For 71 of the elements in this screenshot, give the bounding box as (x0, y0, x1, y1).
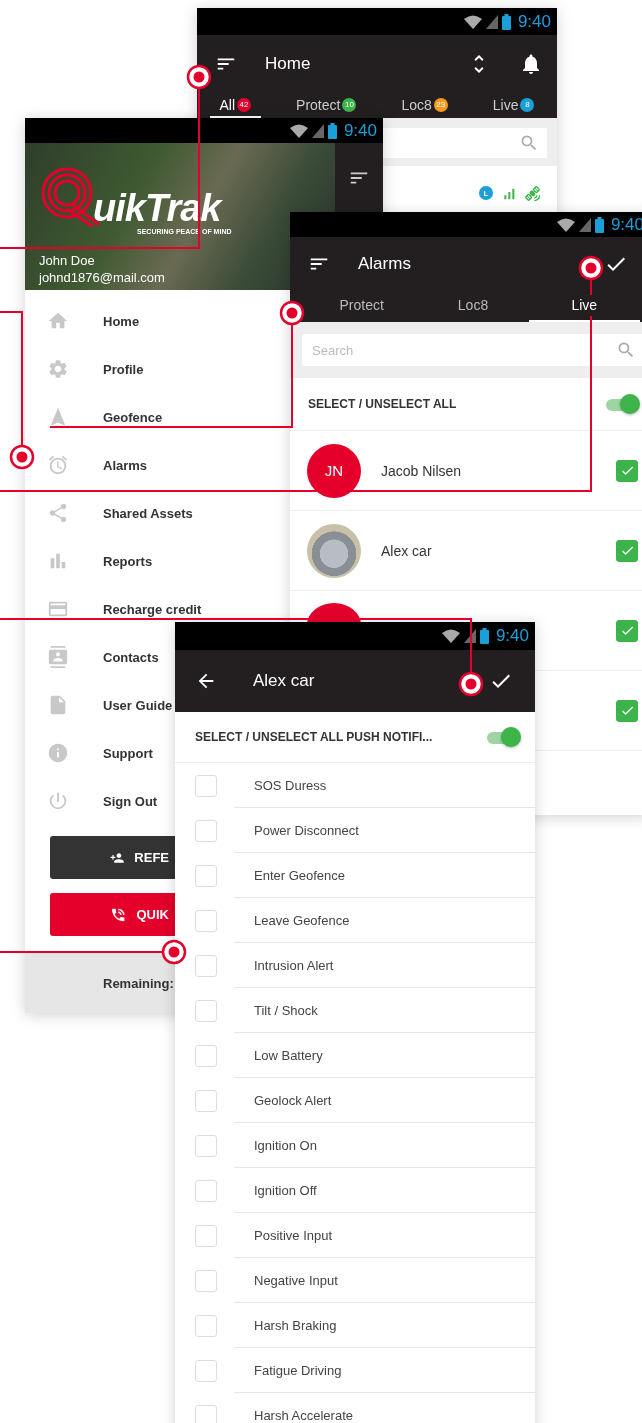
contact-card-icon (47, 646, 69, 668)
user-name: John Doe (39, 253, 95, 268)
menu-item[interactable]: Reports (47, 552, 153, 570)
menu-item[interactable]: Recharge credit (47, 600, 202, 618)
alarm-icon (47, 454, 69, 476)
checkbox[interactable] (616, 459, 638, 482)
row-name: Alex car (381, 542, 433, 559)
screen-title: Alarms (358, 253, 411, 274)
signal-icon (311, 123, 324, 138)
power-icon (47, 790, 69, 812)
row-name: Jacob Nilsen (381, 462, 463, 479)
callout-marker (458, 671, 484, 697)
signal-icon (501, 186, 517, 202)
screen-title: Alex car (253, 671, 315, 691)
wifi-icon (556, 217, 575, 232)
battery-icon (594, 216, 604, 233)
menu-item[interactable]: Contacts (47, 648, 159, 666)
status-time: 9:40 (517, 11, 551, 32)
share-icon (47, 502, 69, 524)
checkbox[interactable] (616, 539, 638, 562)
tab[interactable]: Protect (306, 290, 418, 322)
action-button[interactable]: REFE (50, 836, 175, 879)
count-badge: 8 (520, 97, 535, 112)
search-icon (616, 340, 636, 360)
tab[interactable]: Live 8 (482, 93, 545, 118)
count-badge: 42 (237, 97, 252, 112)
checkbox[interactable] (616, 619, 638, 642)
status-time: 9:40 (495, 626, 529, 646)
tab[interactable]: Protect 10 (286, 93, 367, 118)
satellite-icon (525, 186, 541, 202)
gear-icon (47, 358, 69, 380)
wifi-icon (289, 123, 308, 138)
signal-icon (485, 14, 498, 29)
info-icon (47, 742, 69, 764)
user-email: johnd1876@mail.com (39, 270, 165, 285)
wifi-icon (463, 14, 482, 29)
tab[interactable]: Loc8 23 (391, 93, 458, 118)
count-badge: 23 (433, 97, 448, 112)
battery-icon (479, 628, 489, 644)
shield-badge: L (479, 186, 493, 200)
callout-marker (578, 255, 604, 281)
menu-item[interactable]: Support (47, 744, 153, 762)
menu-item[interactable]: Sign Out (47, 792, 158, 810)
signal-icon (463, 629, 476, 643)
remaining-label: Remaining: (103, 975, 174, 991)
menu-item[interactable]: Shared Assets (47, 504, 193, 522)
toggle-switch[interactable] (485, 727, 521, 747)
status-time: 9:40 (343, 120, 377, 141)
action-button[interactable]: QUIK (50, 893, 175, 936)
search-field[interactable] (383, 128, 547, 158)
callout-marker (186, 64, 212, 90)
count-badge: 10 (342, 97, 357, 112)
select-all-label: SELECT / UNSELECT ALL PUSH NOTIFI... (195, 730, 434, 744)
select-all-label: SELECT / UNSELECT ALL (308, 397, 458, 411)
toggle-switch[interactable] (604, 394, 640, 414)
menu-item[interactable]: User Guide (47, 696, 173, 714)
menu-item[interactable]: Home (47, 312, 140, 330)
battery-icon (327, 122, 337, 139)
checkbox[interactable] (616, 699, 638, 722)
menu-item[interactable]: Geofence (47, 408, 163, 426)
menu-item[interactable]: Profile (47, 360, 144, 378)
signal-icon (578, 217, 591, 232)
tab[interactable]: Loc8 (417, 290, 529, 322)
menu-item[interactable]: Alarms (47, 456, 148, 474)
photo-placeholder (307, 523, 361, 578)
avatar: JN (307, 443, 361, 498)
callout-marker (279, 300, 305, 326)
screen-title: Home (265, 54, 311, 74)
wifi-icon (441, 629, 460, 643)
battery-icon (501, 13, 511, 30)
search-icon (519, 133, 539, 153)
